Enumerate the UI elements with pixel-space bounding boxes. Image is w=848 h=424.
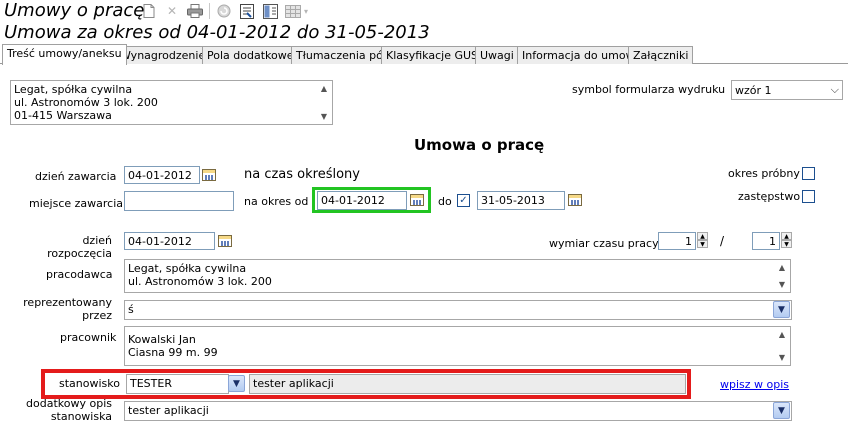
position-code-value: TESTER <box>130 377 172 390</box>
representative-label: reprezentowany <box>23 296 112 309</box>
contract-type-text: na czas określony <box>244 167 360 182</box>
spin-up-icon[interactable]: ▲ <box>697 232 708 240</box>
employer-label: pracodawca <box>46 268 113 281</box>
worktime-numerator-input[interactable]: 1 <box>658 232 696 250</box>
employer-line: Legat, spółka cywilna <box>128 262 247 275</box>
refresh-icon[interactable] <box>216 3 232 19</box>
tab-salary[interactable]: Wynagrodzenie <box>115 46 211 64</box>
window-title: Umowy o pracę <box>4 0 145 21</box>
chevron-down-icon[interactable]: ⌵ <box>831 83 839 97</box>
scroll-up-icon[interactable]: ▲ <box>779 261 785 274</box>
scroll-down-icon[interactable]: ▼ <box>779 278 785 291</box>
columns-icon[interactable] <box>262 3 278 19</box>
scroll-up-icon[interactable]: ▲ <box>321 82 327 95</box>
chevron-down-icon[interactable]: ▼ <box>773 301 790 318</box>
start-date-input[interactable]: 04-01-2012 <box>124 232 215 250</box>
form-heading: Umowa o pracę <box>414 136 545 154</box>
start-date-label: rozpoczęcia <box>47 247 112 260</box>
substitute-checkbox[interactable] <box>802 190 815 203</box>
scroll-down-icon[interactable]: ▼ <box>779 351 785 364</box>
tab-gus-classifications[interactable]: Klasyfikacje GUS <box>381 46 484 64</box>
place-concluded-label: miejsce zawarcia <box>29 197 124 210</box>
employee-line: Kowalski Jan <box>128 333 196 346</box>
calendar-icon[interactable] <box>566 191 584 209</box>
date-concluded-label: dzień zawarcia <box>35 170 117 183</box>
scrollbar[interactable]: ▲ ▼ <box>775 261 789 291</box>
extra-description-label: dodatkowy opis <box>26 397 112 410</box>
address-line: Legat, spółka cywilna <box>14 83 133 96</box>
print-form-label: symbol formularza wydruku <box>572 83 726 96</box>
trial-period-label: okres próbny <box>728 167 800 180</box>
print-form-select[interactable]: wzór 1 ⌵ <box>731 80 843 100</box>
employee-label: pracownik <box>60 331 117 344</box>
company-address-box[interactable]: Legat, spółka cywilna ul. Astronomów 3 l… <box>10 80 333 125</box>
period-to-input[interactable]: 31-05-2013 <box>477 191 565 210</box>
worktime-separator: / <box>720 234 725 248</box>
scroll-up-icon[interactable]: ▲ <box>779 328 785 341</box>
extra-description-label: stanowiska <box>50 410 112 423</box>
chevron-down-icon[interactable]: ▾ <box>301 3 311 19</box>
chevron-down-icon[interactable]: ▼ <box>228 375 245 392</box>
period-from-label: na okres od <box>244 195 309 208</box>
date-concluded-input[interactable]: 04-01-2012 <box>124 166 200 184</box>
tab-notes[interactable]: Uwagi <box>475 46 519 64</box>
chevron-down-icon[interactable]: ▼ <box>773 402 790 419</box>
calendar-icon[interactable] <box>216 232 234 250</box>
spin-down-icon[interactable]: ▼ <box>697 240 708 248</box>
tab-contract-info[interactable]: Informacja do umowy <box>517 46 647 64</box>
extra-description-value: tester aplikacji <box>128 404 209 417</box>
contract-period-title: Umowa za okres od 04-01-2012 do 31-05-20… <box>4 22 430 43</box>
table-icon[interactable] <box>285 3 301 19</box>
employer-line: ul. Astronomów 3 lok. 200 <box>128 275 272 288</box>
address-line: 01-415 Warszawa <box>14 109 112 122</box>
print-form-value: wzór 1 <box>735 84 772 97</box>
address-line: ul. Astronomów 3 lok. 200 <box>14 96 158 109</box>
insert-into-description-link[interactable]: wpisz w opis <box>720 378 789 391</box>
scrollbar[interactable]: ▲ ▼ <box>317 82 331 123</box>
checkmark-icon: ✓ <box>459 195 468 206</box>
employer-box[interactable]: Legat, spółka cywilna ul. Astronomów 3 l… <box>124 259 791 293</box>
position-label: stanowisko <box>59 377 120 390</box>
print-icon[interactable] <box>187 3 203 19</box>
period-from-input[interactable]: 04-01-2012 <box>317 191 407 210</box>
place-concluded-input[interactable] <box>124 191 234 211</box>
start-date-label: dzień <box>82 234 112 247</box>
tab-additional-fields[interactable]: Pola dodatkowe <box>202 46 299 64</box>
representative-select[interactable]: ś <box>124 300 792 320</box>
period-to-label: do <box>438 195 452 208</box>
trial-period-checkbox[interactable] <box>802 167 815 180</box>
position-code-select[interactable]: TESTER <box>126 374 229 394</box>
representative-value: ś <box>128 303 134 316</box>
representative-label: przez <box>82 309 112 322</box>
delete-icon[interactable]: ✕ <box>164 3 180 19</box>
worktime-numerator-spinner[interactable]: ▲ ▼ <box>697 232 708 248</box>
worktime-denominator-spinner[interactable]: ▲ ▼ <box>781 232 792 248</box>
position-description-field: tester aplikacji <box>249 374 686 394</box>
extra-description-select[interactable]: tester aplikacji <box>124 401 792 421</box>
spin-down-icon[interactable]: ▼ <box>781 240 792 248</box>
calendar-icon[interactable] <box>408 191 426 209</box>
tab-contract-content[interactable]: Treść umowy/aneksu <box>2 44 127 65</box>
scroll-down-icon[interactable]: ▼ <box>321 110 327 123</box>
employee-box[interactable]: Kowalski Jan Ciasna 99 m. 99 ▲ ▼ <box>124 326 791 366</box>
worktime-denominator-input[interactable]: 1 <box>752 232 780 250</box>
worktime-label: wymiar czasu pracy <box>549 237 659 250</box>
employee-line: Ciasna 99 m. 99 <box>128 346 218 359</box>
spin-up-icon[interactable]: ▲ <box>781 232 792 240</box>
substitute-label: zastępstwo <box>738 190 801 203</box>
scrollbar[interactable]: ▲ ▼ <box>775 328 789 364</box>
report-icon[interactable] <box>239 3 255 19</box>
tab-field-translations[interactable]: Tłumaczenia pól <box>291 46 391 64</box>
new-document-icon[interactable] <box>141 3 157 19</box>
period-to-checkbox[interactable]: ✓ <box>457 194 470 207</box>
calendar-icon[interactable] <box>200 166 218 184</box>
tab-attachments[interactable]: Załączniki <box>628 46 694 64</box>
